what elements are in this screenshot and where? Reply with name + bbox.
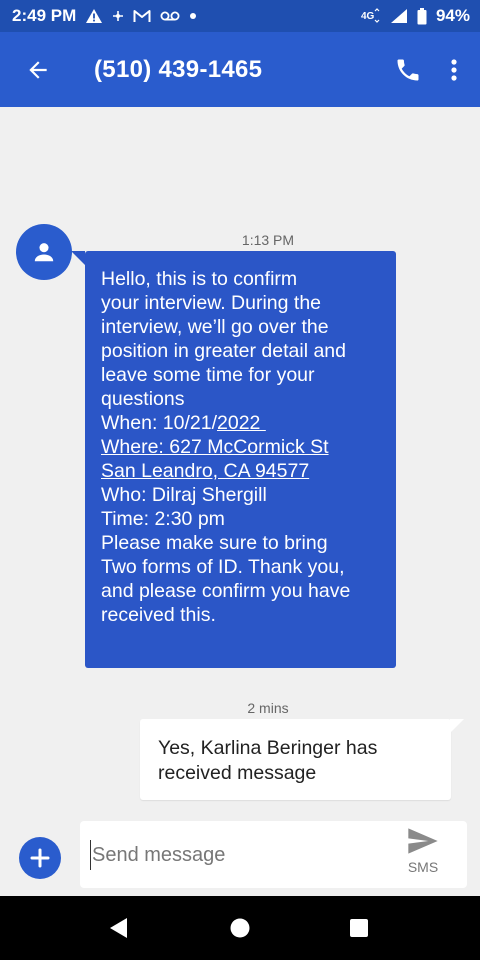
signal-icon	[390, 8, 408, 24]
back-arrow-icon	[29, 60, 47, 79]
battery-icon	[417, 7, 427, 25]
nav-home-icon	[230, 918, 250, 938]
message-line: and please confirm you have	[101, 580, 351, 602]
message-input[interactable]	[90, 840, 392, 870]
battery-percent: 94%	[435, 6, 470, 25]
gmail-icon	[133, 9, 151, 23]
voicemail-icon	[160, 10, 180, 22]
message-line: your interview. During the	[101, 292, 322, 314]
message-line: received this.	[101, 604, 216, 626]
message-line: interview, we’ll go over the	[101, 316, 329, 338]
nav-recents-icon	[350, 919, 368, 937]
message-line: Two forms of ID. Thank you,	[101, 556, 345, 578]
message-line: Who: Dilraj Shergill	[101, 484, 267, 506]
incoming-timestamp: 1:13 PM	[241, 232, 295, 248]
back-button[interactable]	[22, 54, 54, 86]
status-left: 2:49 PM	[12, 6, 197, 26]
outgoing-timestamp: 2 mins	[247, 700, 289, 716]
date-link[interactable]: 2022	[217, 412, 266, 434]
outgoing-message-bubble[interactable]: Yes, Karlina Beringer has received messa…	[140, 719, 464, 800]
more-vert-icon	[451, 58, 457, 81]
warning-icon	[85, 8, 103, 24]
nav-back-button[interactable]	[104, 913, 134, 943]
status-time: 2:49 PM	[12, 6, 77, 25]
incoming-message-bubble[interactable]: Hello, this is to confirm your interview…	[71, 251, 396, 668]
message-line: When: 10/21/2022	[101, 411, 380, 435]
plus-icon	[30, 848, 50, 868]
navigation-bar	[0, 896, 480, 960]
status-bar: 2:49 PM 4G 94%	[0, 0, 480, 32]
send-icon	[408, 828, 438, 854]
send-button[interactable]: SMS	[393, 827, 453, 885]
nav-back-icon	[110, 918, 127, 938]
attach-button[interactable]	[19, 837, 61, 879]
phone-icon	[397, 59, 419, 80]
more-options-button[interactable]	[444, 54, 464, 86]
message-line: Hello, this is to confirm	[101, 268, 298, 290]
message-line: Please make sure to bring	[101, 532, 328, 554]
address-link[interactable]: Where: 627 McCormick St	[101, 435, 380, 459]
compose-area: SMS	[0, 820, 480, 896]
person-icon	[34, 243, 54, 262]
contact-avatar[interactable]	[16, 224, 72, 280]
message-line: position in greater detail and	[101, 340, 346, 362]
contact-title: (510) 439-1465	[94, 55, 263, 83]
message-line: Time: 2:30 pm	[101, 508, 225, 530]
status-right: 4G 94%	[361, 6, 470, 26]
compose-box: SMS	[80, 821, 467, 888]
dot-icon	[189, 12, 197, 20]
message-line: questions	[101, 388, 185, 410]
nav-recents-button[interactable]	[344, 913, 374, 943]
network-label: 4G	[361, 11, 375, 22]
send-label: SMS	[407, 859, 439, 875]
message-line: Yes, Karlina Beringer has	[158, 737, 378, 759]
message-line: received message	[158, 762, 317, 784]
app-bar: (510) 439-1465	[0, 32, 480, 107]
network-4g-icon: 4G	[361, 8, 381, 24]
nav-home-button[interactable]	[225, 913, 255, 943]
address-link[interactable]: San Leandro, CA 94577	[101, 459, 380, 483]
message-line: leave some time for your	[101, 364, 315, 386]
conversation[interactable]: 1:13 PM Hello, this is to confirm your i…	[0, 107, 480, 820]
when-label: When: 10/21/	[101, 412, 217, 434]
cross-icon	[112, 10, 124, 22]
call-button[interactable]	[392, 54, 424, 86]
